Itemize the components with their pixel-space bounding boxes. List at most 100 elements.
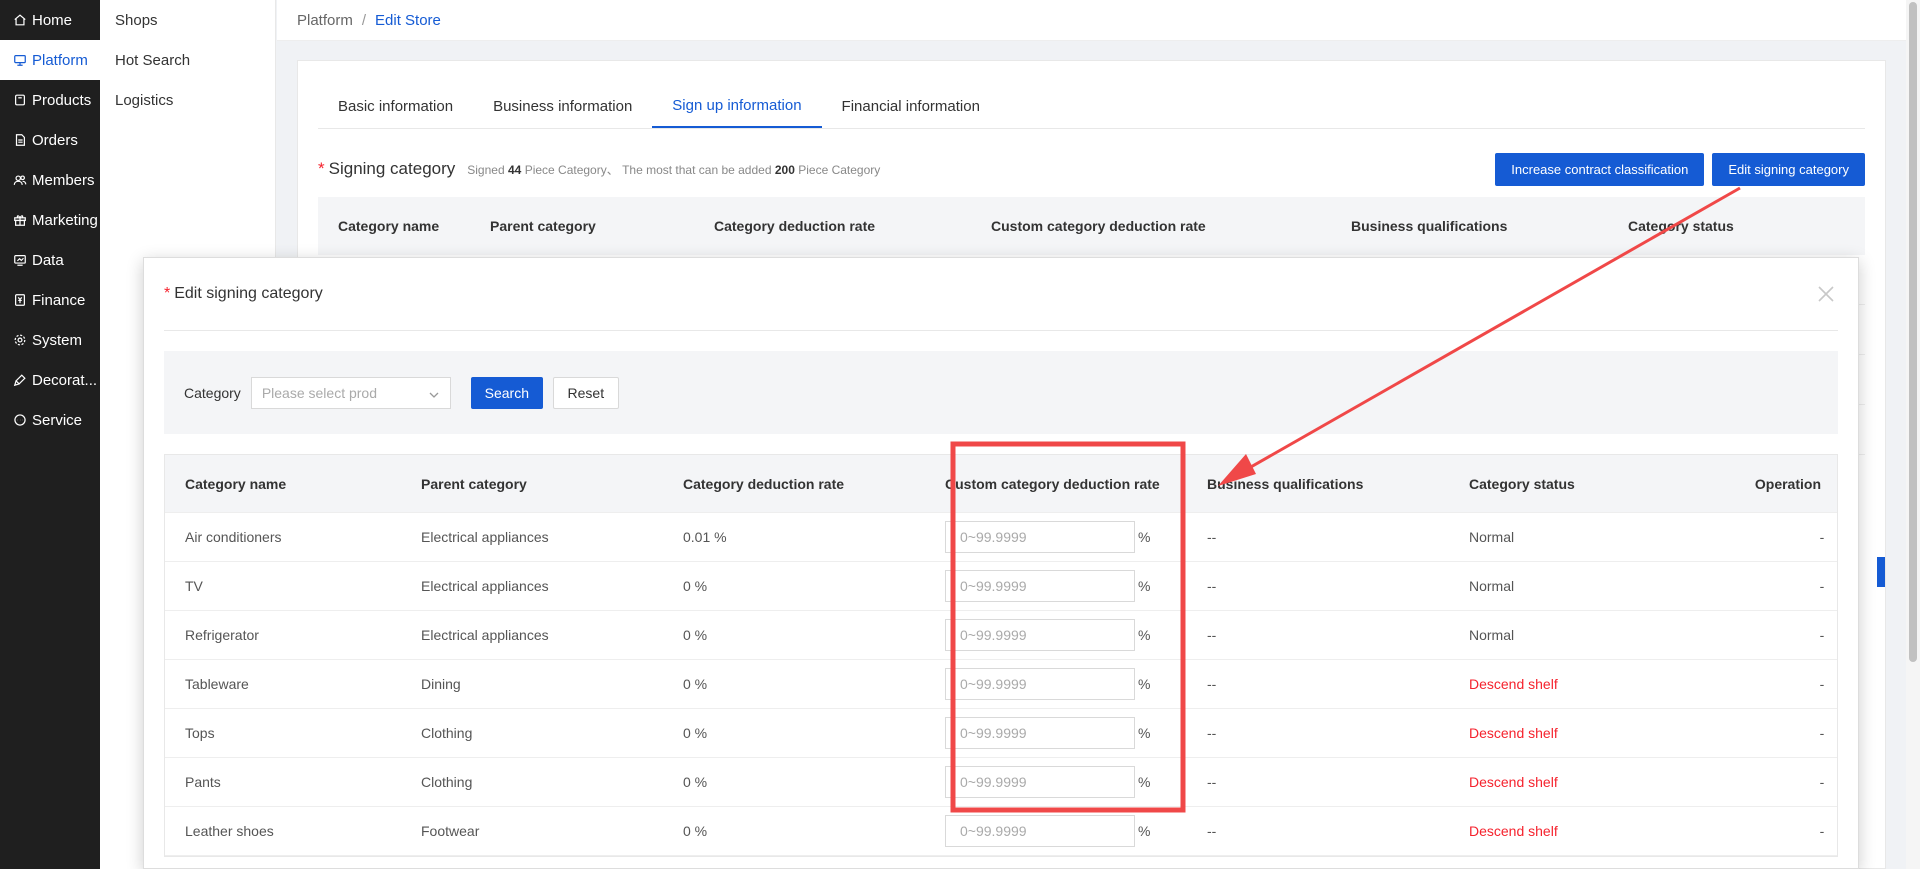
table-row: Pants Clothing 0 %% -- Descend shelf - <box>165 758 1837 807</box>
box-icon <box>12 92 28 108</box>
breadcrumb-root[interactable]: Platform <box>297 12 353 29</box>
max-count: 200 <box>774 162 795 177</box>
cell-qualifications: -- <box>1207 529 1217 545</box>
category-select-placeholder: Please select prod <box>261 384 377 401</box>
sidebar-item-system[interactable]: System <box>0 320 100 360</box>
cell-operation: - <box>1819 676 1825 692</box>
tab-financial-information[interactable]: Financial information <box>822 84 1000 128</box>
sidebar-item-finance[interactable]: Finance <box>0 280 100 320</box>
bg-col-status: Category status <box>1628 218 1734 234</box>
tab-basic-information[interactable]: Basic information <box>338 84 473 128</box>
cell-custom-rate: % <box>945 766 1207 798</box>
table-row: Tops Clothing 0 %% -- Descend shelf - <box>165 709 1837 758</box>
percent-sign: % <box>1138 725 1151 741</box>
sidebar-item-orders[interactable]: Orders <box>0 120 100 160</box>
section-title: * Signing category <box>318 159 455 179</box>
custom-rate-input[interactable] <box>945 815 1135 847</box>
cell-parent-category: Dining <box>421 676 461 692</box>
cell-deduction-rate: 0 % <box>683 578 708 594</box>
cell-parent-category: Clothing <box>421 774 473 790</box>
increase-classification-button[interactable]: Increase contract classification <box>1495 152 1705 186</box>
cell-custom-rate: % <box>945 815 1207 847</box>
sidebar-item-decoration[interactable]: Decorat... <box>0 360 100 400</box>
breadcrumb: Platform / Edit Store <box>277 0 1906 41</box>
cell-status: Normal <box>1469 578 1515 594</box>
custom-rate-input[interactable] <box>945 766 1135 798</box>
signing-category-header: * Signing category Signed 44 Piece Catego… <box>318 152 1865 186</box>
background-table-header: Category name Parent category Category d… <box>318 197 1865 255</box>
sidebar-item-products[interactable]: Products <box>0 80 100 120</box>
edit-signing-category-button[interactable]: Edit signing category <box>1712 152 1865 186</box>
sidebar-item-marketing[interactable]: Marketing <box>0 200 100 240</box>
custom-rate-input[interactable] <box>945 619 1135 651</box>
cell-qualifications: -- <box>1207 627 1217 643</box>
modal-header: * Edit signing category <box>164 258 1838 331</box>
col-status: Category status <box>1469 475 1575 492</box>
main-sidebar: Home Platform Products Orders Members Ma… <box>0 0 100 869</box>
sidebar-item-label: Members <box>32 171 95 189</box>
required-mark: * <box>318 159 325 178</box>
signed-count: 44 <box>507 162 522 177</box>
custom-rate-input[interactable] <box>945 668 1135 700</box>
close-icon[interactable] <box>1814 282 1838 306</box>
cell-deduction-rate: 0 % <box>683 823 708 839</box>
tab-bar: Basic information Business information S… <box>318 61 1865 129</box>
search-button[interactable]: Search <box>470 376 543 409</box>
subnav-item-hot-search[interactable]: Hot Search <box>100 40 275 80</box>
col-deduction-rate: Category deduction rate <box>683 475 845 492</box>
percent-sign: % <box>1138 774 1151 790</box>
tab-business-information[interactable]: Business information <box>473 84 652 128</box>
sidebar-item-label: Data <box>32 251 64 269</box>
cell-qualifications: -- <box>1207 774 1217 790</box>
sidebar-item-members[interactable]: Members <box>0 160 100 200</box>
percent-sign: % <box>1138 627 1151 643</box>
sidebar-item-label: Marketing <box>32 211 98 229</box>
category-count-info: Signed 44 Piece Category、 The most that … <box>467 161 880 178</box>
custom-rate-input[interactable] <box>945 521 1135 553</box>
subnav-item-shops[interactable]: Shops <box>100 0 275 40</box>
subnav-item-logistics[interactable]: Logistics <box>100 80 275 120</box>
breadcrumb-separator: / <box>361 11 367 29</box>
page-scrollbar[interactable] <box>1906 0 1920 869</box>
cell-status: Normal <box>1469 529 1515 545</box>
percent-sign: % <box>1138 529 1151 545</box>
percent-sign: % <box>1138 823 1151 839</box>
monitor-icon <box>12 52 28 68</box>
cell-parent-category: Electrical appliances <box>421 529 549 545</box>
header-buttons: Increase contract classification Edit si… <box>1495 152 1865 186</box>
custom-rate-input[interactable] <box>945 570 1135 602</box>
reset-button[interactable]: Reset <box>552 376 619 409</box>
bg-col-deduction-rate: Category deduction rate <box>714 218 876 234</box>
required-mark: * <box>164 285 171 302</box>
users-icon <box>12 172 28 188</box>
cell-category-name: Tops <box>185 725 215 741</box>
cell-custom-rate: % <box>945 619 1207 651</box>
chart-icon <box>12 252 28 268</box>
sidebar-item-service[interactable]: Service <box>0 400 100 440</box>
sidebar-item-home[interactable]: Home <box>0 0 100 40</box>
cell-qualifications: -- <box>1207 725 1217 741</box>
edit-signing-category-modal: * Edit signing category Category Please … <box>143 257 1859 869</box>
cell-custom-rate: % <box>945 668 1207 700</box>
sidebar-item-data[interactable]: Data <box>0 240 100 280</box>
category-table: Category name Parent category Category d… <box>164 454 1838 857</box>
home-icon <box>12 12 28 28</box>
tab-sign-up-information[interactable]: Sign up information <box>652 84 822 128</box>
sidebar-item-platform[interactable]: Platform <box>0 40 100 80</box>
cell-custom-rate: % <box>945 521 1207 553</box>
sidebar-item-label: System <box>32 331 83 349</box>
custom-rate-input[interactable] <box>945 717 1135 749</box>
sidebar-item-label: Finance <box>32 291 86 309</box>
sidebar-item-label: Decorat... <box>32 371 98 389</box>
hidden-primary-button-edge[interactable] <box>1877 557 1885 587</box>
cell-operation: - <box>1819 725 1825 741</box>
breadcrumb-current: Edit Store <box>375 11 441 29</box>
table-row: Refrigerator Electrical appliances 0 %% -- N… <box>165 611 1837 660</box>
category-select[interactable]: Please select prod <box>250 376 451 409</box>
scrollbar-thumb[interactable] <box>1909 2 1917 662</box>
table-row: Leather shoes Footwear 0 %% -- Descend shelf… <box>165 807 1837 856</box>
sidebar-item-label: Orders <box>32 131 78 149</box>
category-filter-label: Category <box>184 384 241 401</box>
bg-col-qualifications: Business qualifications <box>1351 218 1508 234</box>
cell-qualifications: -- <box>1207 578 1217 594</box>
